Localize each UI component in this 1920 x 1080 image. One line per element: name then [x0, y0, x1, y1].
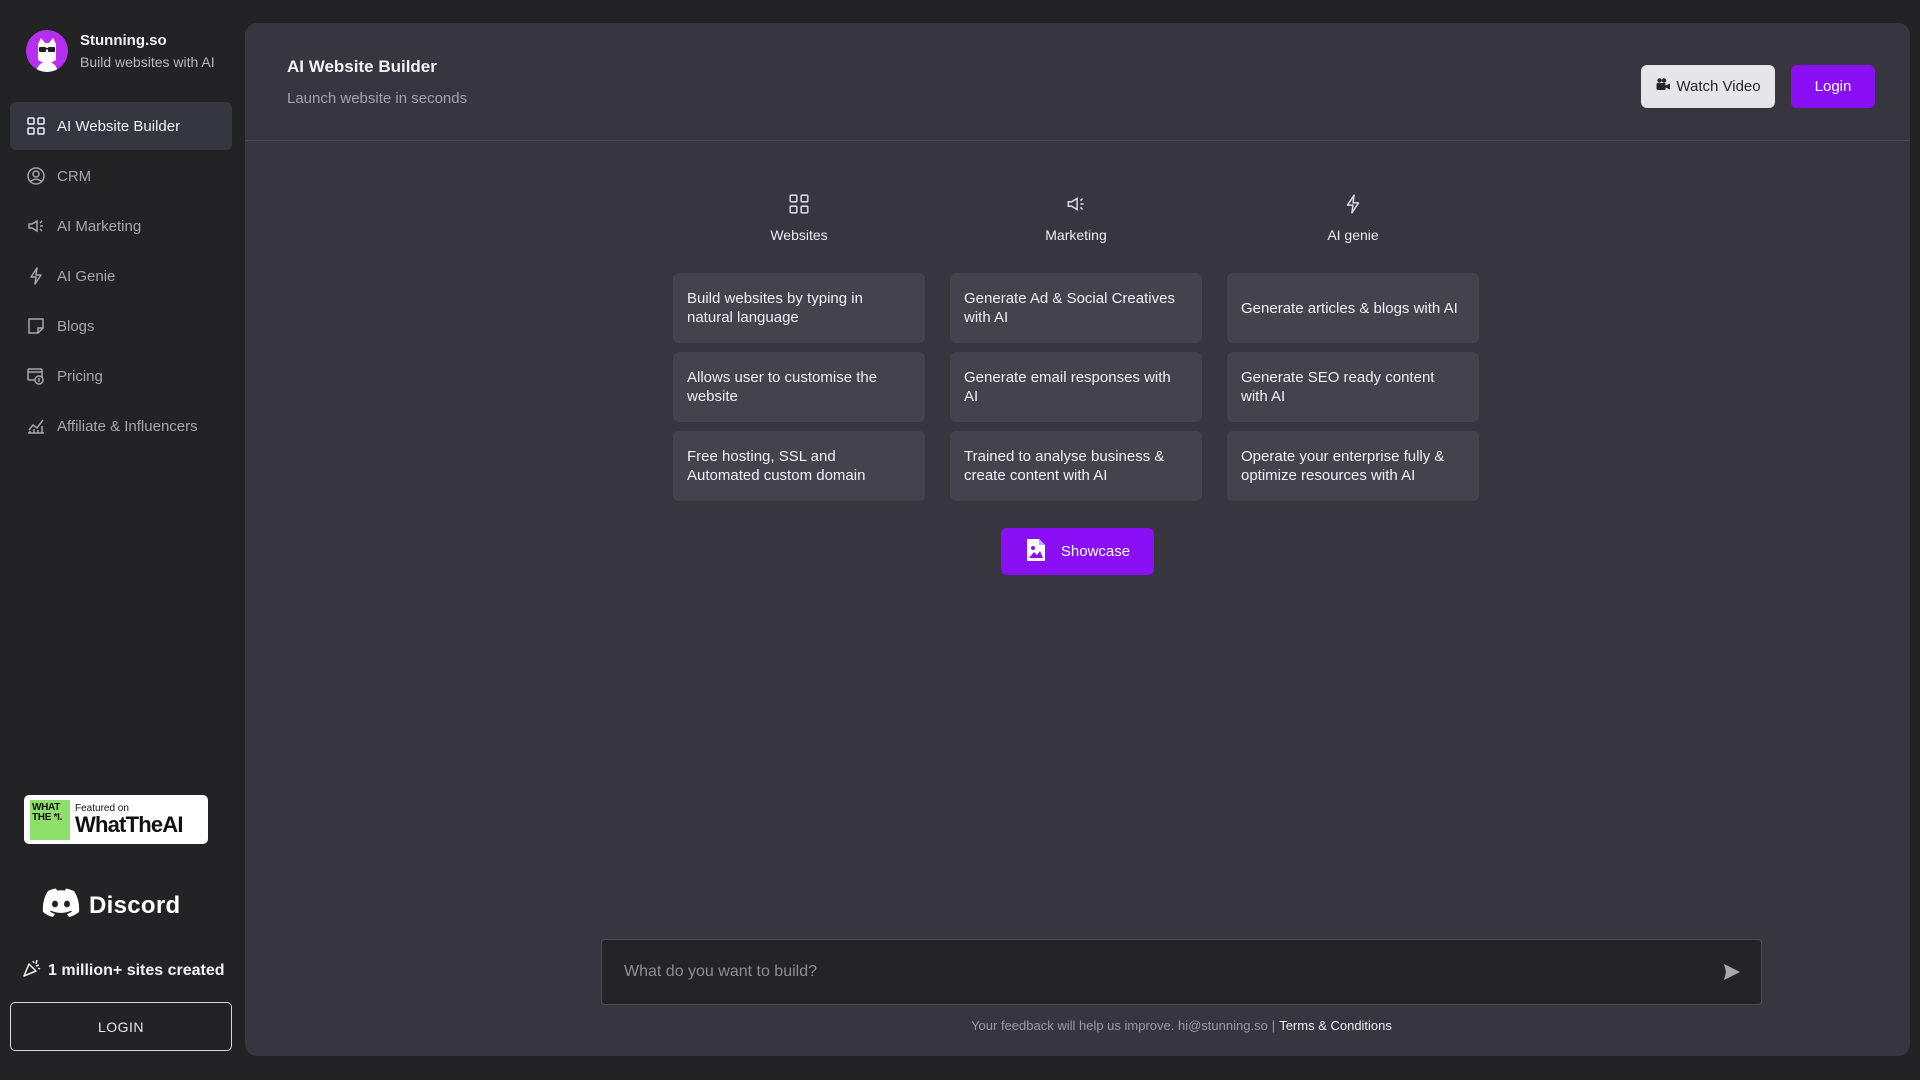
- sidebar-item-blogs[interactable]: Blogs: [10, 302, 232, 350]
- feature-card: Trained to analyse business & create con…: [950, 431, 1202, 501]
- header-login-button[interactable]: Login: [1791, 65, 1875, 108]
- feedback-text: Your feedback will help us improve. hi@s…: [971, 1018, 1268, 1033]
- chart-line-icon: [25, 415, 47, 437]
- sidebar-item-crm[interactable]: CRM: [10, 152, 232, 200]
- sidebar-item-label: Affiliate & Influencers: [57, 417, 198, 435]
- column-marketing: Marketing Generate Ad & Social Creatives…: [950, 193, 1202, 510]
- sites-created-stat: 1 million+ sites created: [22, 958, 225, 983]
- footer-separator: |: [1271, 1018, 1276, 1033]
- watch-video-label: Watch Video: [1676, 78, 1761, 95]
- whattheai-name: WhatTheAI: [75, 812, 183, 837]
- feature-card: Generate SEO ready content with AI: [1227, 352, 1479, 422]
- feature-card: Operate your enterprise fully & optimize…: [1227, 431, 1479, 501]
- whattheai-badge[interactable]: WHAT THE *I. Featured on WhatTheAI: [24, 795, 208, 844]
- brand-tagline: Build websites with AI: [80, 54, 215, 70]
- send-button[interactable]: [1717, 958, 1747, 988]
- watch-video-button[interactable]: Watch Video: [1641, 65, 1775, 108]
- showcase-label: Showcase: [1060, 543, 1131, 560]
- lightning-icon: [25, 265, 47, 287]
- sidebar-item-label: AI Marketing: [57, 217, 142, 235]
- brand-text: Stunning.so Build websites with AI: [80, 32, 215, 70]
- sidebar-item-ai-genie[interactable]: AI Genie: [10, 252, 232, 300]
- feature-card: Free hosting, SSL and Automated custom d…: [673, 431, 925, 501]
- feature-card: Allows user to customise the website: [673, 352, 925, 422]
- megaphone-icon: [25, 215, 47, 237]
- main-header: AI Website Builder Launch website in sec…: [245, 23, 1910, 141]
- column-title: AI genie: [1327, 227, 1379, 243]
- megaphone-icon: [950, 193, 1202, 217]
- main-panel: AI Website Builder Launch website in sec…: [245, 23, 1910, 1056]
- column-websites: Websites Build websites by typing in nat…: [673, 193, 925, 510]
- sidebar-item-label: CRM: [57, 167, 92, 185]
- feature-card: Generate email responses with AI: [950, 352, 1202, 422]
- sidebar: Stunning.so Build websites with AI AI We…: [0, 0, 245, 1080]
- user-circle-icon: [25, 165, 47, 187]
- prompt-input[interactable]: [602, 940, 1702, 1004]
- party-popper-icon: [22, 958, 48, 983]
- prompt-box: [601, 939, 1762, 1005]
- whattheai-text: Featured on WhatTheAI: [75, 803, 183, 836]
- sidebar-item-label: Blogs: [57, 317, 95, 335]
- sidebar-item-label: AI Genie: [57, 267, 116, 285]
- sidebar-item-affiliate[interactable]: Affiliate & Influencers: [10, 402, 232, 450]
- feature-card: Generate Ad & Social Creatives with AI: [950, 273, 1202, 343]
- terms-link[interactable]: Terms & Conditions: [1279, 1018, 1392, 1033]
- showcase-button[interactable]: Showcase: [1001, 528, 1154, 575]
- sidebar-nav: AI Website Builder CRM AI Marketing AI G…: [10, 102, 232, 452]
- pricing-icon: [25, 365, 47, 387]
- feature-card: Generate articles & blogs with AI: [1227, 273, 1479, 343]
- sidebar-login-button[interactable]: LOGIN: [10, 1002, 232, 1051]
- sidebar-item-label: Pricing: [57, 367, 103, 385]
- sidebar-item-pricing[interactable]: Pricing: [10, 352, 232, 400]
- image-file-icon: [1025, 538, 1061, 566]
- whattheai-logo: WHAT THE *I.: [30, 799, 70, 840]
- sidebar-item-ai-marketing[interactable]: AI Marketing: [10, 202, 232, 250]
- footer: Your feedback will help us improve. hi@s…: [601, 1018, 1762, 1033]
- discord-link[interactable]: Discord: [42, 888, 180, 923]
- brand-name: Stunning.so: [80, 32, 167, 49]
- column-header: AI genie: [1227, 193, 1479, 273]
- video-camera-icon: [1655, 77, 1676, 97]
- discord-label: Discord: [89, 891, 181, 919]
- column-header: Websites: [673, 193, 925, 273]
- brand[interactable]: Stunning.so Build websites with AI: [26, 30, 215, 72]
- note-icon: [25, 315, 47, 337]
- sidebar-item-label: AI Website Builder: [57, 117, 181, 135]
- column-title: Websites: [770, 227, 828, 243]
- sites-created-text: 1 million+ sites created: [48, 961, 225, 979]
- column-title: Marketing: [1045, 227, 1107, 243]
- feature-card: Build websites by typing in natural lang…: [673, 273, 925, 343]
- grid-icon: [673, 193, 925, 217]
- discord-icon: [42, 888, 80, 923]
- page-subtitle: Launch website in seconds: [287, 90, 468, 107]
- column-header: Marketing: [950, 193, 1202, 273]
- lightning-icon: [1227, 193, 1479, 217]
- brand-logo-icon: [26, 30, 68, 72]
- sidebar-item-ai-website-builder[interactable]: AI Website Builder: [10, 102, 232, 150]
- send-icon: [1723, 963, 1741, 984]
- column-ai-genie: AI genie Generate articles & blogs with …: [1227, 193, 1479, 510]
- app-root: Stunning.so Build websites with AI AI We…: [0, 0, 1920, 1080]
- grid-icon: [25, 115, 47, 137]
- page-title: AI Website Builder: [287, 57, 437, 76]
